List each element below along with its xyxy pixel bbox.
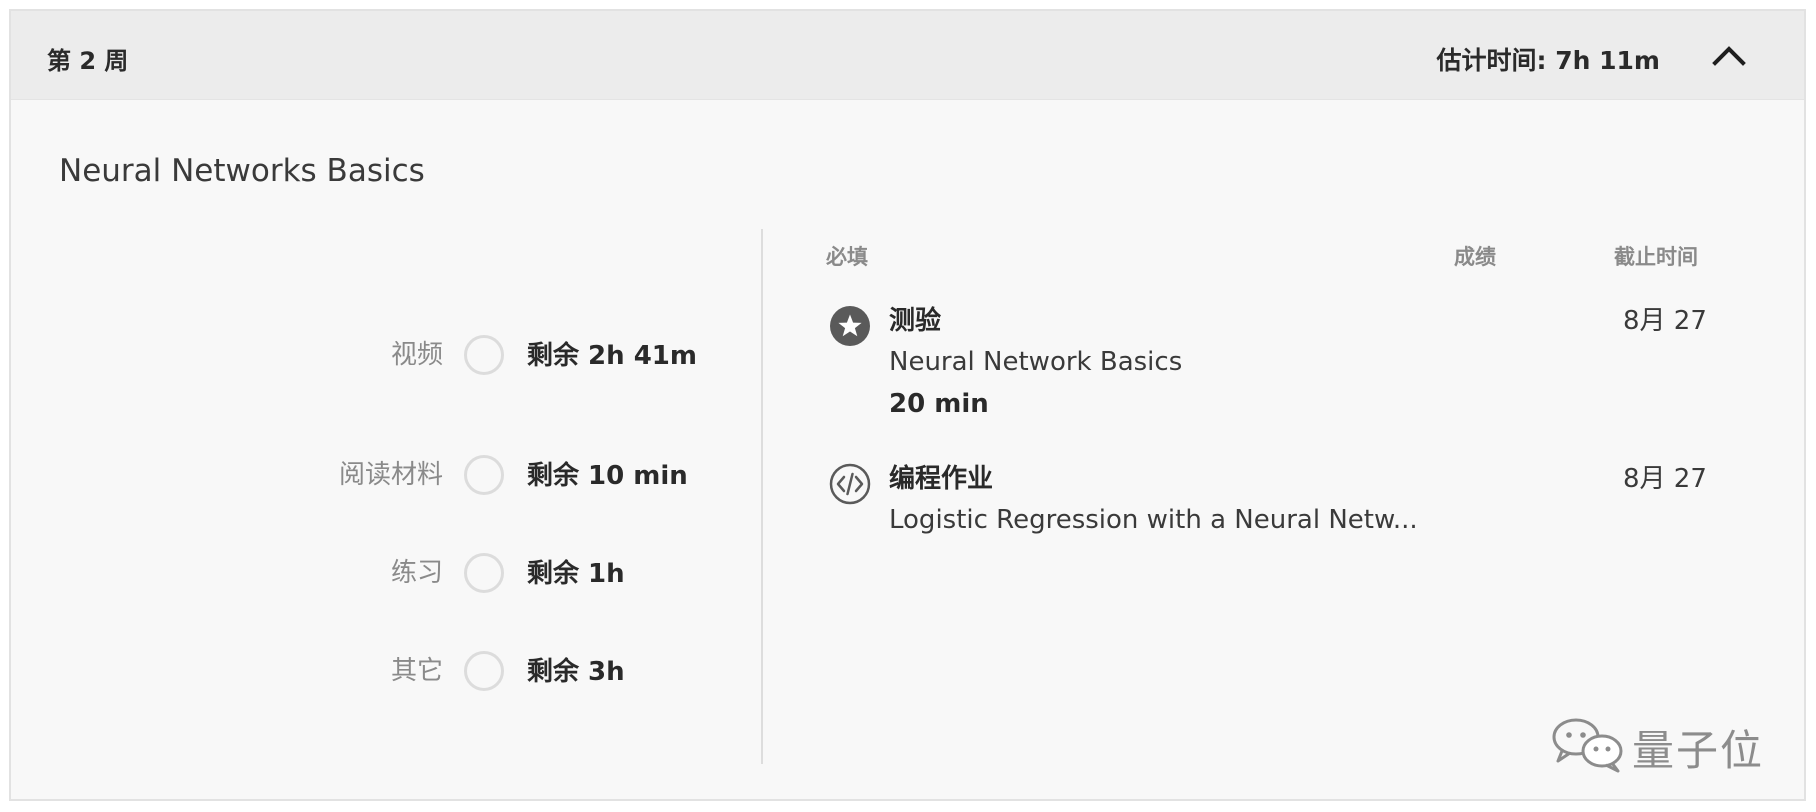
estimated-time: 估计时间: 7h 11m [1436, 46, 1660, 75]
progress-label: 练习 [390, 558, 443, 588]
watermark-text: 量子位 [1632, 726, 1765, 775]
assignment-duration: 20 min [889, 389, 989, 419]
progress-remaining: 剩余 1h [527, 559, 625, 589]
assignment-row-quiz[interactable]: 测验 Neural Network Basics 20 min 8月 27 [829, 303, 1789, 433]
progress-remaining: 剩余 3h [527, 657, 625, 687]
column-header-due: 截止时间 [1614, 245, 1698, 269]
assignment-type[interactable]: 编程作业 [889, 461, 993, 497]
assignment-type[interactable]: 测验 [889, 303, 941, 339]
assignment-row-programming[interactable]: 编程作业 Logistic Regression with a Neural N… [829, 461, 1789, 551]
progress-remaining: 剩余 10 min [527, 461, 688, 491]
progress-row-practice: 练习 剩余 1h [11, 553, 751, 633]
progress-row-other: 其它 剩余 3h [11, 651, 751, 731]
column-divider [761, 229, 763, 764]
week-header[interactable]: 第 2 周 估计时间: 7h 11m [11, 11, 1804, 100]
assignment-due-date: 8月 27 [1623, 464, 1707, 494]
assignment-name[interactable]: Neural Network Basics [889, 344, 1182, 380]
collapse-chevron-up-icon[interactable] [1706, 33, 1752, 77]
assignment-due-date: 8月 27 [1623, 306, 1707, 336]
progress-remaining: 剩余 2h 41m [527, 341, 697, 371]
progress-circle-icon [464, 553, 504, 593]
column-header-grade: 成绩 [1454, 245, 1496, 269]
progress-label: 视频 [390, 340, 443, 370]
week-card: 第 2 周 估计时间: 7h 11m Neural Networks Basic… [9, 9, 1806, 801]
star-badge-icon [829, 305, 871, 347]
progress-row-videos: 视频 剩余 2h 41m [11, 335, 751, 415]
wechat-icon [1552, 718, 1623, 773]
code-icon [829, 463, 871, 505]
progress-circle-icon [464, 651, 504, 691]
watermark: 量子位 [1546, 713, 1786, 775]
progress-row-readings: 阅读材料 剩余 10 min [11, 455, 751, 535]
progress-label: 其它 [390, 656, 443, 686]
module-title[interactable]: Neural Networks Basics [59, 153, 425, 189]
progress-circle-icon [464, 455, 504, 495]
week-title: 第 2 周 [47, 47, 129, 75]
progress-circle-icon [464, 335, 504, 375]
progress-label: 阅读材料 [338, 460, 443, 490]
column-header-required: 必填 [826, 245, 868, 269]
assignment-name[interactable]: Logistic Regression with a Neural Netw..… [889, 502, 1418, 538]
